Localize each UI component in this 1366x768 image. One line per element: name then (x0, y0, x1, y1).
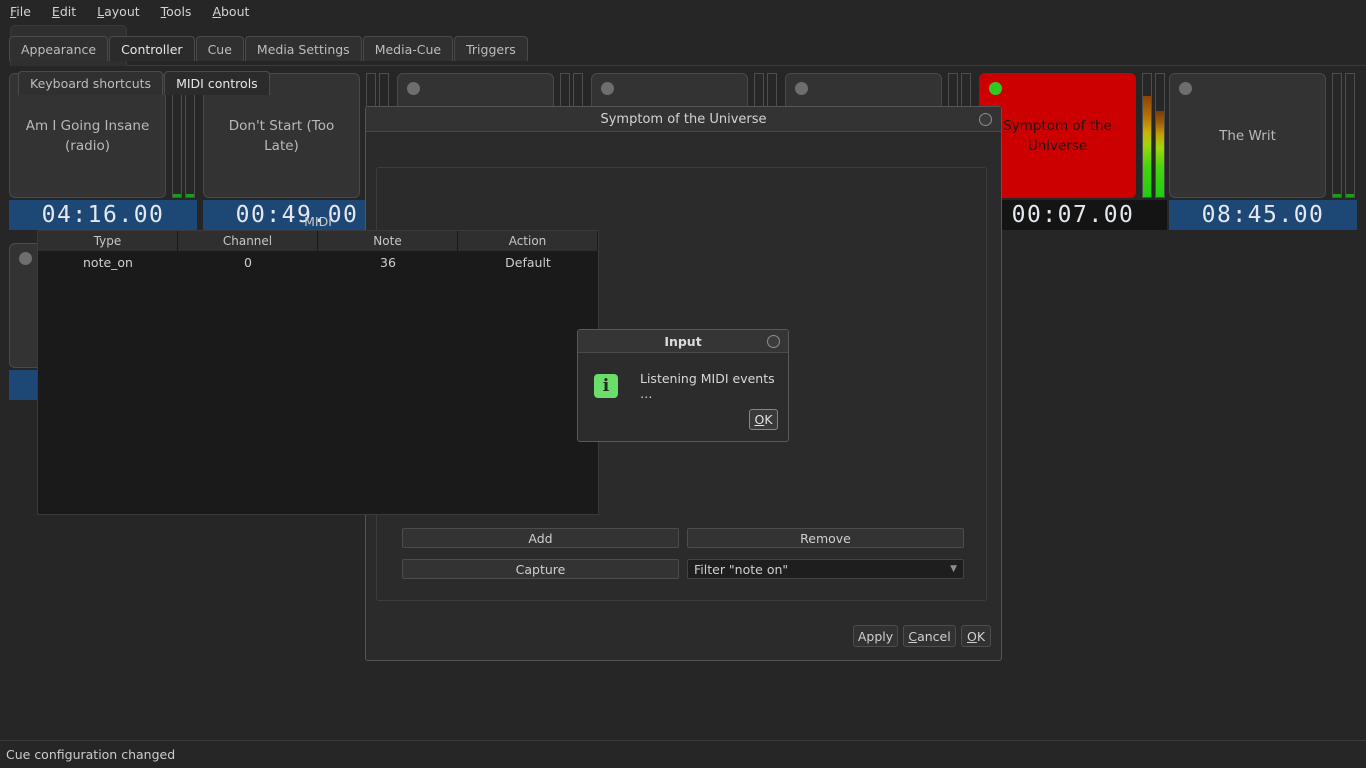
cue-led-indicator (601, 82, 614, 95)
input-dialog-body: i Listening MIDI events … (578, 353, 788, 401)
menu-label-file: ile (16, 4, 31, 19)
cue-button[interactable]: Symptom of the Universe (979, 73, 1136, 198)
tab-separator (127, 65, 1366, 66)
cue-led-indicator (1179, 82, 1192, 95)
menu-item-file[interactable]: File (10, 4, 31, 19)
vu-meter-fill (1333, 194, 1341, 197)
apply-button[interactable]: Apply (853, 625, 898, 647)
cue-timer-display[interactable]: 00:07.00 (979, 200, 1167, 230)
cell-channel[interactable]: 0 (178, 251, 318, 273)
midi-mappings-table[interactable]: Type Channel Note Action note_on 0 36 De… (37, 230, 599, 515)
input-ok-label: K (764, 412, 773, 427)
table-header-note[interactable]: Note (318, 231, 458, 251)
vu-meter-right (1155, 73, 1165, 198)
midi-group-label: MIDI (304, 214, 332, 229)
tab-media-cue[interactable]: Media-Cue (362, 36, 454, 61)
cue-led-indicator (989, 82, 1002, 95)
midi-filter-value: Filter "note on" (694, 561, 789, 577)
status-bar: Cue configuration changed (0, 740, 1366, 768)
menu-label-tools: ools (166, 4, 192, 19)
cancel-accel: C (908, 628, 918, 644)
menu-bar: File Edit Layout Tools About (0, 0, 1366, 23)
input-dialog-message: Listening MIDI events … (640, 371, 775, 401)
cancel-label: ancel (917, 628, 951, 644)
input-ok-button[interactable]: OK (749, 409, 778, 430)
table-header-action[interactable]: Action (458, 231, 598, 251)
tab-media-settings[interactable]: Media Settings (244, 36, 362, 61)
input-modal-dialog: Input i Listening MIDI events … OK (577, 329, 789, 442)
cell-type[interactable]: note_on (38, 251, 178, 273)
cue-name-label: The Writ (1219, 127, 1276, 144)
vu-meter-fill (186, 194, 194, 197)
table-header-type[interactable]: Type (38, 231, 178, 251)
ok-accel: O (966, 628, 977, 644)
vu-meter-left (1142, 73, 1152, 198)
vu-meter-fill (173, 194, 181, 197)
menu-label-about: bout (221, 4, 250, 19)
controller-sub-tab-bar: Keyboard shortcuts MIDI controls (18, 71, 271, 95)
status-message: Cue configuration changed (6, 747, 176, 762)
tab-midi-controls[interactable]: MIDI controls (164, 71, 270, 95)
vu-meter-fill (1346, 194, 1354, 197)
midi-filter-select[interactable]: Filter "note on" ▼ (687, 559, 964, 579)
cue-vu-meters (1332, 73, 1358, 198)
cue-name-label: Am I Going Insane (radio) (25, 117, 150, 154)
cue-name-label: Symptom of the Universe (1003, 117, 1112, 154)
ok-button[interactable]: OK (961, 625, 991, 647)
dialog-corner-icon[interactable] (979, 113, 992, 126)
cell-action[interactable]: Default (458, 251, 598, 273)
tab-triggers[interactable]: Triggers (454, 36, 528, 61)
menu-item-layout[interactable]: Layout (97, 4, 140, 19)
chevron-down-icon: ▼ (950, 564, 957, 574)
vu-meter-fill (1156, 110, 1164, 197)
table-header-channel[interactable]: Channel (178, 231, 318, 251)
dialog-title: Symptom of the Universe (600, 111, 767, 127)
cue-timer-display[interactable]: 08:45.00 (1169, 200, 1357, 230)
vu-meter-right (1345, 73, 1355, 198)
cue-vu-meters (1142, 73, 1168, 198)
menu-accel-about: A (212, 4, 221, 19)
vu-meter-left (1332, 73, 1342, 198)
table-row[interactable]: note_on 0 36 Default (38, 251, 598, 273)
menu-label-layout: ayout (104, 4, 140, 19)
vu-meter-fill (1143, 96, 1151, 197)
table-header-row: Type Channel Note Action (38, 231, 598, 251)
cue-led-indicator (19, 252, 32, 265)
input-dialog-corner-icon[interactable] (767, 335, 780, 348)
cell-note[interactable]: 36 (318, 251, 458, 273)
settings-tab-bar: Appearance Controller Cue Media Settings… (9, 36, 529, 61)
tab-appearance[interactable]: Appearance (9, 36, 109, 61)
cue-button[interactable]: The Writ (1169, 73, 1326, 198)
menu-accel-edit: E (51, 4, 60, 19)
menu-item-about[interactable]: About (212, 4, 249, 19)
dialog-titlebar[interactable]: Symptom of the Universe (366, 107, 1001, 132)
info-icon: i (594, 374, 618, 398)
menu-label-edit: dit (59, 4, 77, 19)
input-dialog-title: Input (664, 333, 702, 349)
cue-led-indicator (795, 82, 808, 95)
cue-cell-playing: Symptom of the Universe 00:07.00 (979, 73, 1168, 230)
tab-controller[interactable]: Controller (109, 36, 195, 61)
cancel-button[interactable]: Cancel (903, 625, 956, 647)
cue-led-indicator (407, 82, 420, 95)
tab-cue[interactable]: Cue (195, 36, 244, 61)
menu-item-edit[interactable]: Edit (52, 4, 76, 19)
capture-button[interactable]: Capture (402, 559, 679, 579)
add-button[interactable]: Add (402, 528, 679, 548)
ok-label: K (976, 628, 986, 644)
cue-name-label: Don't Start (Too Late) (228, 117, 335, 154)
tab-keyboard-shortcuts[interactable]: Keyboard shortcuts (18, 71, 164, 95)
menu-item-tools[interactable]: Tools (161, 4, 192, 19)
input-ok-accel: O (754, 412, 765, 427)
input-dialog-titlebar[interactable]: Input (578, 330, 788, 353)
cue-cell: The Writ 08:45.00 (1169, 73, 1358, 230)
remove-button[interactable]: Remove (687, 528, 964, 548)
